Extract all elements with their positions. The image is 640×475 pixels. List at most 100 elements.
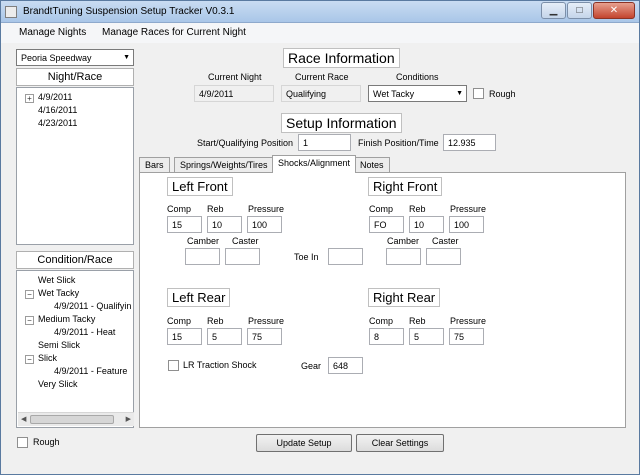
tree-node-race[interactable]: 4/9/2011 - Heat <box>54 327 115 337</box>
tree-node-night[interactable]: 4/23/2011 <box>38 118 77 128</box>
maximize-button[interactable]: □ <box>567 2 592 19</box>
tree-node-night[interactable]: 4/16/2011 <box>38 105 77 115</box>
tree-collapse-icon[interactable]: − <box>25 355 34 364</box>
tree-collapse-icon[interactable]: − <box>25 290 34 299</box>
menu-manage-nights[interactable]: Manage Nights <box>19 27 86 38</box>
tree-node-condition[interactable]: Semi Slick <box>38 340 80 350</box>
app-icon <box>5 6 17 18</box>
finish-position-input[interactable]: 12.935 <box>443 134 496 151</box>
tab-bars[interactable]: Bars <box>139 157 170 172</box>
scroll-right-icon[interactable]: ▶ <box>126 415 131 423</box>
setup-information-title: Setup Information <box>281 113 402 133</box>
tree-node-race[interactable]: 4/9/2011 - Qualifyin <box>54 301 131 311</box>
horizontal-scrollbar[interactable]: ◀ ▶ <box>18 412 134 426</box>
tree-node-night[interactable]: 4/9/2011 <box>38 92 72 102</box>
lf-camber-label: Camber <box>187 236 220 246</box>
clear-settings-button[interactable]: Clear Settings <box>356 434 444 452</box>
condition-race-tree[interactable]: Wet Slick − Wet Tacky 4/9/2011 - Qualify… <box>16 270 134 428</box>
start-position-label: Start/Qualifying Position <box>197 138 294 148</box>
lr-pressure-label: Pressure <box>248 316 285 326</box>
rf-reb-input[interactable]: 10 <box>409 216 444 233</box>
lf-caster-input[interactable] <box>225 248 260 265</box>
scrollbar-thumb[interactable] <box>30 415 114 424</box>
rf-comp-input[interactable]: FO <box>369 216 404 233</box>
tree-node-condition[interactable]: Wet Slick <box>38 275 75 285</box>
condition-race-header: Condition/Race <box>16 251 134 269</box>
rough-label: Rough <box>489 89 516 99</box>
update-setup-button[interactable]: Update Setup <box>256 434 352 452</box>
shocks-alignment-panel: Left Front Comp Reb Pressure 15 10 100 C… <box>139 172 626 428</box>
right-front-title: Right Front <box>368 177 443 196</box>
rf-reb-label: Reb <box>409 204 426 214</box>
lf-comp-input[interactable]: 15 <box>167 216 202 233</box>
current-night-field: 4/9/2011 <box>194 85 274 102</box>
rf-camber-input[interactable] <box>386 248 421 265</box>
lf-pressure-label: Pressure <box>248 204 285 214</box>
rf-comp-label: Comp <box>369 204 394 214</box>
rough-checkbox[interactable] <box>473 88 484 99</box>
tree-node-race[interactable]: 4/9/2011 - Feature <box>54 366 127 376</box>
minimize-button[interactable]: ▁ <box>541 2 566 19</box>
close-button[interactable]: ✕ <box>593 2 635 19</box>
tab-springs-weights-tires[interactable]: Springs/Weights/Tires <box>174 157 274 172</box>
tree-collapse-icon[interactable]: − <box>25 316 34 325</box>
tree-expander-icon[interactable]: + <box>25 94 34 103</box>
lf-pressure-input[interactable]: 100 <box>247 216 282 233</box>
lr-traction-checkbox[interactable] <box>168 360 179 371</box>
tree-node-condition[interactable]: Slick <box>38 353 57 363</box>
lr-reb-label: Reb <box>207 316 224 326</box>
lf-comp-label: Comp <box>167 204 192 214</box>
lf-reb-label: Reb <box>207 204 224 214</box>
menu-manage-races[interactable]: Manage Races for Current Night <box>102 27 246 38</box>
left-front-title: Left Front <box>167 177 233 196</box>
lf-caster-label: Caster <box>232 236 259 246</box>
lr-pressure-input[interactable]: 75 <box>247 328 282 345</box>
lf-reb-input[interactable]: 10 <box>207 216 242 233</box>
start-position-input[interactable]: 1 <box>298 134 351 151</box>
current-race-label: Current Race <box>295 72 349 82</box>
lr-comp-input[interactable]: 15 <box>167 328 202 345</box>
tab-notes[interactable]: Notes <box>354 157 390 172</box>
rr-comp-label: Comp <box>369 316 394 326</box>
current-night-label: Current Night <box>208 72 262 82</box>
rr-comp-input[interactable]: 8 <box>369 328 404 345</box>
night-race-header: Night/Race <box>16 68 134 86</box>
caption-buttons: ▁ □ ✕ <box>541 2 635 19</box>
conditions-label: Conditions <box>396 72 439 82</box>
tree-node-condition[interactable]: Wet Tacky <box>38 288 79 298</box>
lf-camber-input[interactable] <box>185 248 220 265</box>
rr-reb-input[interactable]: 5 <box>409 328 444 345</box>
rr-pressure-input[interactable]: 75 <box>449 328 484 345</box>
window-title: BrandtTuning Suspension Setup Tracker V0… <box>23 6 235 17</box>
chevron-down-icon: ▼ <box>123 54 130 61</box>
lr-comp-label: Comp <box>167 316 192 326</box>
conditions-select[interactable]: Wet Tacky ▼ <box>368 85 467 102</box>
rough-label-bottom: Rough <box>33 437 60 447</box>
rf-caster-input[interactable] <box>426 248 461 265</box>
title-bar[interactable]: BrandtTuning Suspension Setup Tracker V0… <box>1 1 639 23</box>
lr-reb-input[interactable]: 5 <box>207 328 242 345</box>
tab-shocks-alignment[interactable]: Shocks/Alignment <box>272 155 357 173</box>
tree-node-condition[interactable]: Very Slick <box>38 379 78 389</box>
rf-caster-label: Caster <box>432 236 459 246</box>
rr-reb-label: Reb <box>409 316 426 326</box>
toe-in-input[interactable] <box>328 248 363 265</box>
app-window: BrandtTuning Suspension Setup Tracker V0… <box>0 0 640 475</box>
chevron-down-icon: ▼ <box>456 90 463 97</box>
track-select-value: Peoria Speedway <box>21 53 92 63</box>
gear-label: Gear <box>301 361 322 371</box>
lr-traction-label: LR Traction Shock <box>183 360 257 370</box>
rr-pressure-label: Pressure <box>450 316 487 326</box>
toe-in-label: Toe In <box>294 252 319 262</box>
left-rear-title: Left Rear <box>167 288 231 307</box>
rf-pressure-input[interactable]: 100 <box>449 216 484 233</box>
track-select[interactable]: Peoria Speedway ▼ <box>16 49 134 66</box>
conditions-select-value: Wet Tacky <box>373 89 415 99</box>
tree-node-condition[interactable]: Medium Tacky <box>38 314 95 324</box>
rough-checkbox-bottom[interactable] <box>17 437 28 448</box>
gear-input[interactable]: 648 <box>328 357 363 374</box>
close-icon: ✕ <box>609 5 619 16</box>
rf-pressure-label: Pressure <box>450 204 487 214</box>
scroll-left-icon[interactable]: ◀ <box>21 415 26 423</box>
night-race-tree[interactable]: + 4/9/2011 4/16/2011 4/23/2011 <box>16 87 134 245</box>
